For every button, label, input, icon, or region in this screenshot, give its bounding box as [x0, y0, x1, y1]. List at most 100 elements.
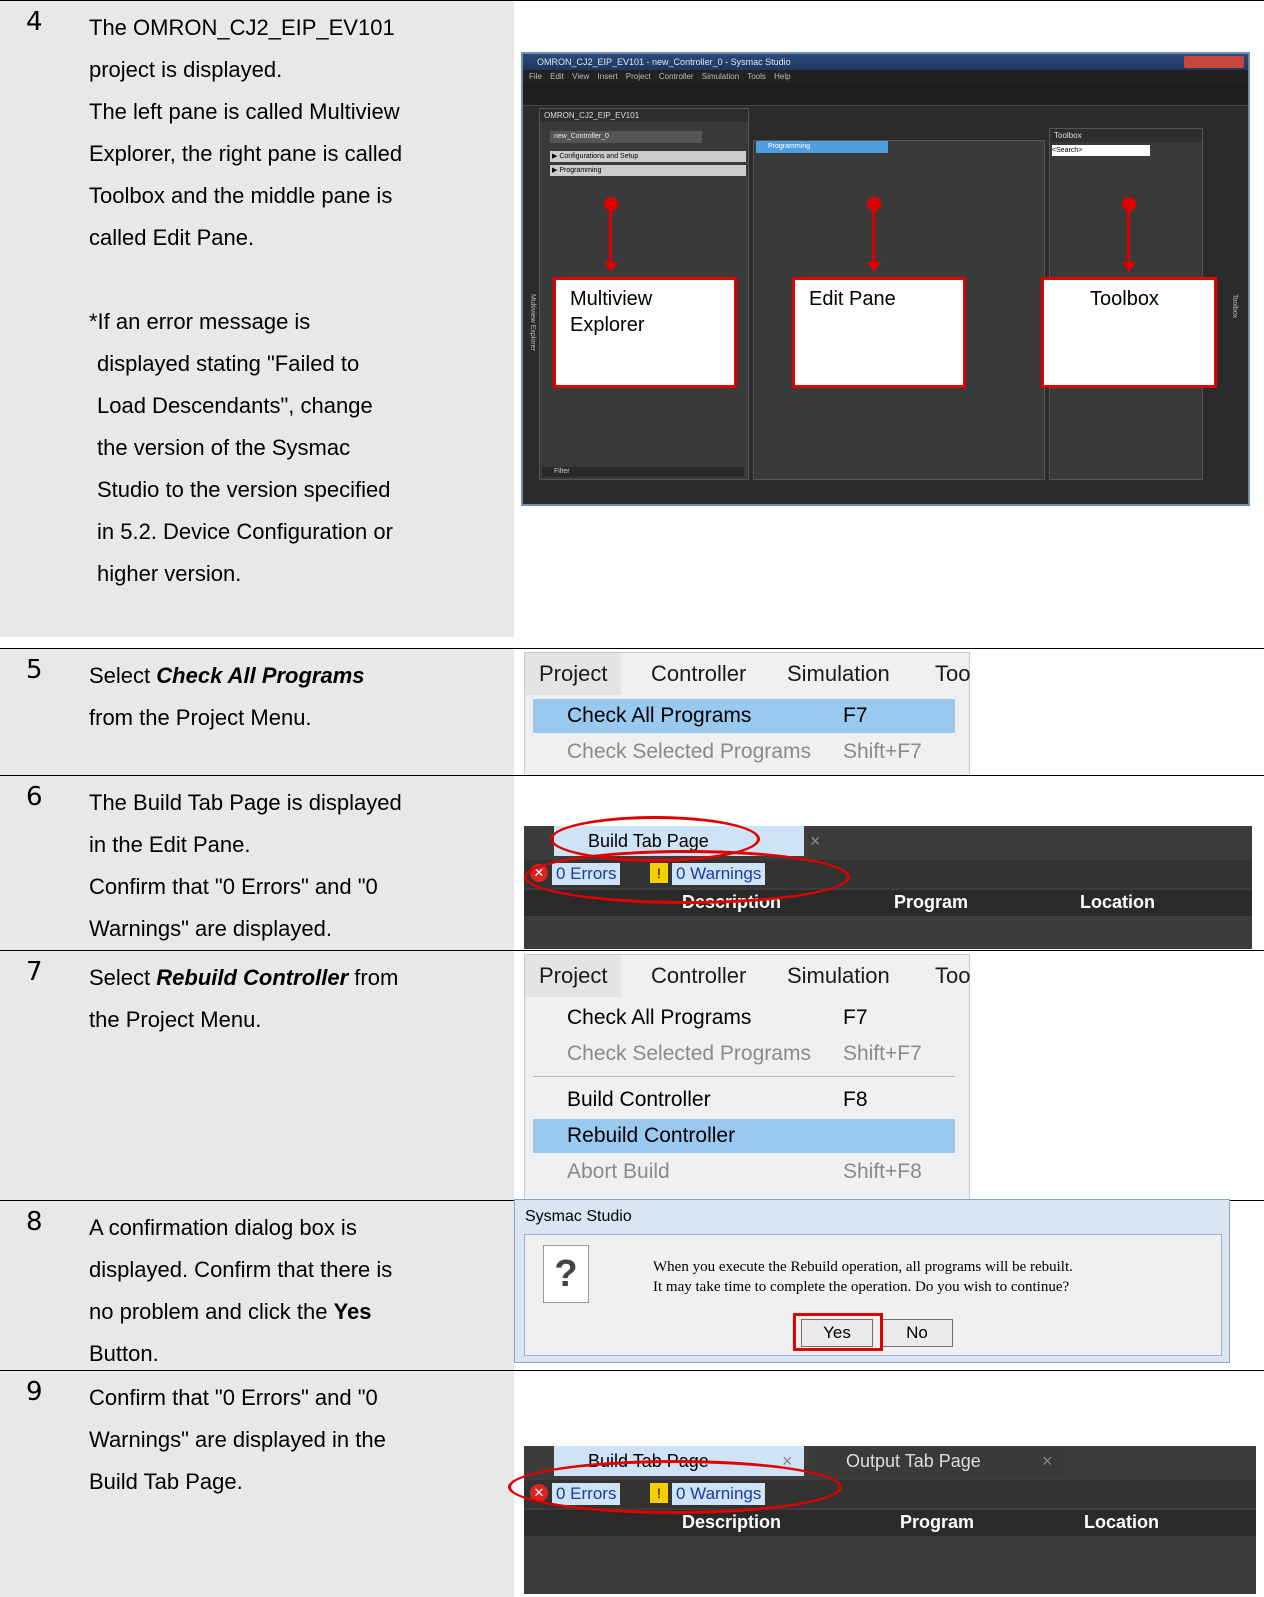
toolbox-title: Toolbox [1050, 129, 1202, 142]
menu-simulation[interactable]: Simulation [787, 955, 890, 997]
menu-item-check-selected: Check Selected Programs Shift+F7 [567, 1042, 922, 1065]
desc-text: from [348, 965, 399, 990]
multiview-explorer-label: Multiview Explorer [553, 277, 737, 388]
menu-bar: Project Controller Simulation Too [525, 955, 970, 997]
window-title: OMRON_CJ2_EIP_EV101 - new_Controller_0 -… [523, 54, 1248, 70]
note-line: the version of the Sysmac [97, 435, 351, 460]
desc-line: the Project Menu. [89, 1007, 262, 1032]
callout-line [1127, 204, 1130, 262]
callout-line [609, 204, 612, 262]
desc-line: The left pane is called Multiview [89, 99, 400, 124]
step-description: Select Check All Programs from the Proje… [74, 649, 514, 776]
col-program[interactable]: Program [894, 892, 968, 913]
window-title-text: OMRON_CJ2_EIP_EV101 - new_Controller_0 -… [537, 57, 791, 67]
menu-controller[interactable]: Controller [651, 653, 746, 695]
desc-text: Select [89, 965, 157, 990]
menu-item-build[interactable]: Build Controller F8 [533, 1083, 955, 1117]
toolbox-label: Toolbox [1041, 277, 1217, 388]
toolbox-search-input[interactable]: <Search> [1052, 145, 1150, 156]
col-program[interactable]: Program [900, 1512, 974, 1533]
column-header: Description Program Location [524, 1510, 1256, 1536]
controller-select[interactable]: new_Controller_0 [550, 131, 702, 143]
desc-line: A confirmation dialog box is [89, 1215, 357, 1240]
toolbar[interactable] [523, 83, 1248, 106]
project-menu-step5: Project Controller Simulation Too Check … [524, 652, 970, 776]
step-number: 9 [26, 1377, 43, 1407]
programming-item[interactable]: ▶ Programming [550, 165, 746, 176]
step-number: 6 [26, 782, 43, 812]
desc-line: Confirm that "0 Errors" and "0 [89, 1385, 378, 1410]
desc-line: The Build Tab Page is displayed [89, 790, 402, 815]
filter-bar[interactable]: Filter [542, 467, 744, 477]
label-line: Multiview [570, 288, 653, 310]
step-description: Confirm that "0 Errors" and "0 Warnings"… [74, 1371, 514, 1597]
callout-arrow [1122, 262, 1136, 272]
step-number-cell: 5 [0, 649, 74, 776]
question-icon: ? [543, 1245, 589, 1303]
step-number: 7 [26, 957, 43, 987]
desc-text: no problem and click the [89, 1299, 334, 1324]
desc-line: The OMRON_CJ2_EIP_EV101 [89, 15, 395, 40]
desc-line: called Edit Pane. [89, 225, 255, 250]
desc-line: Warnings" are displayed. [89, 916, 332, 941]
label-line: Explorer [570, 314, 645, 336]
desc-emphasis: Rebuild Controller [156, 965, 349, 990]
menu-simulation[interactable]: Simulation [787, 653, 890, 695]
note-line: displayed stating "Failed to [97, 351, 360, 376]
programming-tab[interactable]: Programming [756, 141, 888, 153]
close-icon[interactable]: × [810, 826, 821, 856]
desc-emphasis: Check All Programs [156, 663, 365, 688]
menu-bar[interactable]: File Edit View Insert Project Controller… [523, 70, 1248, 83]
desc-line: Button. [89, 1341, 159, 1366]
desc-line: from the Project Menu. [89, 705, 312, 730]
label-line: Edit Pane [809, 288, 896, 310]
step-description: Select Rebuild Controller from the Proje… [74, 951, 514, 1201]
desc-line: Explorer, the right pane is called [89, 141, 403, 166]
menu-item-rebuild[interactable]: Rebuild Controller [533, 1119, 955, 1153]
desc-line: Build Tab Page. [89, 1469, 243, 1494]
menu-tools[interactable]: Too [935, 955, 970, 997]
col-description[interactable]: Description [682, 1512, 781, 1533]
desc-line: Confirm that "0 Errors" and "0 [89, 874, 378, 899]
step-number-cell: 4 [0, 1, 74, 637]
desc-line: displayed. Confirm that there is [89, 1257, 393, 1282]
dialog-body: ? When you execute the Rebuild operation… [524, 1234, 1222, 1356]
note-line: *If an error message is [89, 309, 311, 334]
menu-bar: Project Controller Simulation Too [525, 653, 970, 695]
desc-line: in the Edit Pane. [89, 832, 251, 857]
menu-project[interactable]: Project [525, 955, 622, 997]
output-tab[interactable]: Output Tab Page × [816, 1446, 1066, 1476]
callout-line [872, 204, 875, 262]
project-menu-step7: Project Controller Simulation Too Check … [524, 954, 970, 1200]
menu-item-check-all[interactable]: Check All Programs F7 [533, 699, 955, 733]
step-number: 5 [26, 655, 43, 685]
col-location[interactable]: Location [1080, 892, 1155, 913]
menu-project[interactable]: Project [525, 653, 622, 695]
desc-emphasis: Yes [333, 1299, 372, 1324]
menu-item-abort: Abort Build Shift+F8 [567, 1160, 922, 1183]
menu-controller[interactable]: Controller [651, 955, 746, 997]
note-line: Studio to the version specified [97, 477, 391, 502]
dialog-title: Sysmac Studio [525, 1208, 632, 1225]
multiview-explorer-side-tab[interactable]: Multiview Explorer [526, 294, 536, 351]
step-number-cell: 6 [0, 776, 74, 951]
no-button[interactable]: No [881, 1319, 953, 1347]
toolbox-side-tab[interactable]: Toolbox [1228, 294, 1238, 318]
menu-tools[interactable]: Too [935, 653, 970, 695]
note-line: Load Descendants", change [97, 393, 373, 418]
col-location[interactable]: Location [1084, 1512, 1159, 1533]
config-item[interactable]: ▶ Configurations and Setup [550, 151, 746, 162]
confirm-dialog: Sysmac Studio ? When you execute the Reb… [514, 1199, 1230, 1363]
menu-separator [533, 1076, 955, 1077]
step-description: A confirmation dialog box is displayed. … [74, 1201, 514, 1371]
step-number-cell: 7 [0, 951, 74, 1201]
highlight-ellipse [524, 850, 850, 904]
explorer-title: OMRON_CJ2_EIP_EV101 [540, 109, 748, 122]
message-line: When you execute the Rebuild operation, … [653, 1259, 1073, 1275]
window-controls[interactable] [1184, 56, 1244, 68]
menu-item-check-all[interactable]: Check All Programs F7 [533, 1001, 955, 1035]
step-number-cell: 9 [0, 1371, 74, 1597]
callout-arrow [867, 262, 881, 272]
close-icon[interactable]: × [1042, 1446, 1053, 1476]
message-line: It may take time to complete the operati… [653, 1279, 1070, 1295]
